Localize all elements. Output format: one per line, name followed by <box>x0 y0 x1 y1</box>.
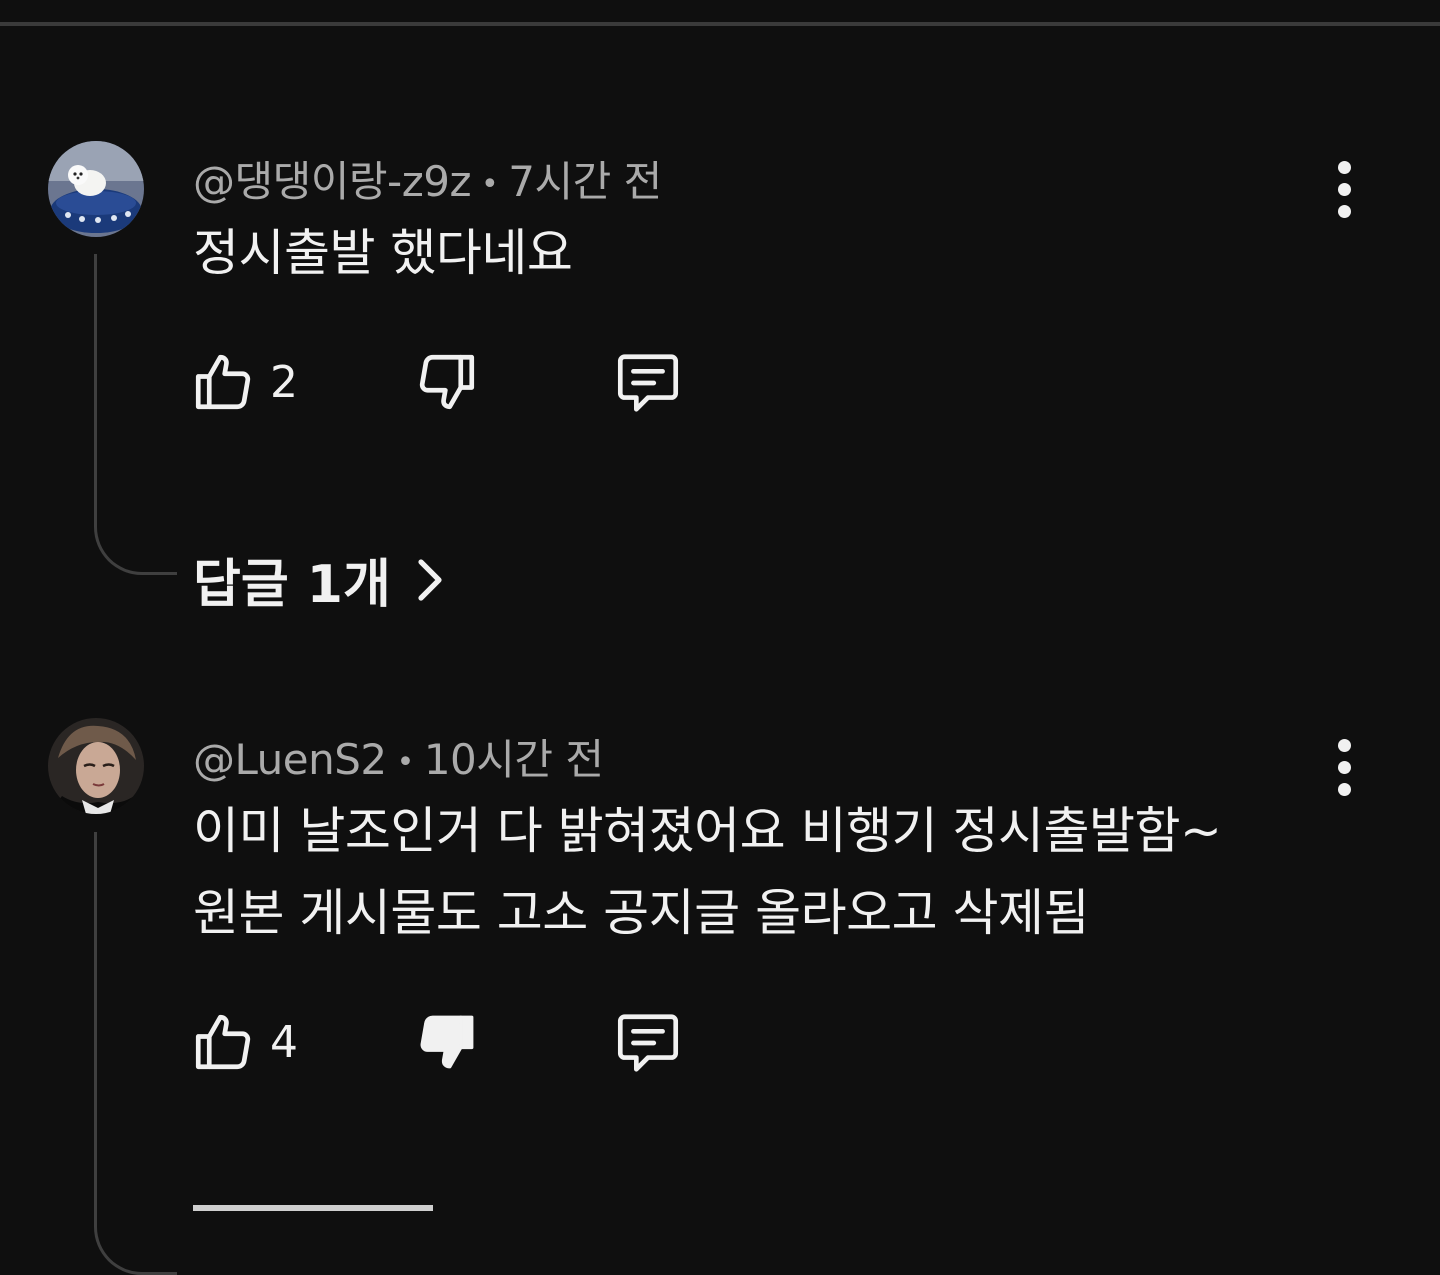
like-count: 2 <box>270 356 298 408</box>
thumbs-down-icon <box>419 354 475 410</box>
author-name[interactable]: @LuenS2 <box>193 735 387 784</box>
separator-dot: • <box>481 167 499 202</box>
comment-text-line: 이미 날조인거 다 밝혀졌어요 비행기 정시출발함~ <box>193 802 1222 860</box>
avatar-dog-image <box>48 141 144 237</box>
thread-line <box>94 832 177 1275</box>
author-name[interactable]: @댕댕이랑-z9z <box>193 157 472 206</box>
dislike-button[interactable] <box>414 348 480 416</box>
comment-meta: @LuenS2 • 10시간 전 <box>193 726 604 787</box>
chevron-right-icon <box>418 558 442 601</box>
thumbs-down-filled-icon <box>420 1015 474 1069</box>
thumbs-up-icon <box>195 354 251 410</box>
comment-icon <box>617 1014 679 1072</box>
thread-line <box>94 254 177 575</box>
comment-meta: @댕댕이랑-z9z • 7시간 전 <box>193 148 662 209</box>
timestamp[interactable]: 10시간 전 <box>424 735 604 784</box>
reply-button[interactable] <box>612 348 684 418</box>
avatar-portrait-image <box>48 718 144 814</box>
comment-text-line: 정시출발 했다네요 <box>193 224 573 282</box>
comment-text: 정시출발 했다네요 <box>193 212 573 294</box>
replies-button-cutoff[interactable] <box>193 1205 453 1215</box>
top-divider <box>0 22 1440 26</box>
like-button[interactable]: 2 <box>190 348 298 416</box>
like-count: 4 <box>270 1016 298 1068</box>
avatar[interactable] <box>48 718 144 814</box>
comment-text-line: 원본 게시물도 고소 공지글 올라오고 삭제됨 <box>193 884 1089 942</box>
reply-button[interactable] <box>612 1008 684 1078</box>
replies-label: 답글 1개 <box>193 555 391 615</box>
view-replies-button[interactable]: 답글 1개 <box>193 542 443 617</box>
avatar[interactable] <box>48 141 144 237</box>
comment-icon <box>617 354 679 412</box>
like-button[interactable]: 4 <box>190 1008 298 1076</box>
timestamp[interactable]: 7시간 전 <box>508 157 662 206</box>
more-vert-icon[interactable] <box>1322 734 1366 800</box>
thumbs-up-icon <box>195 1014 251 1070</box>
dislike-button[interactable] <box>414 1008 480 1076</box>
more-vert-icon[interactable] <box>1322 156 1366 222</box>
comment-text: 이미 날조인거 다 밝혀졌어요 비행기 정시출발함~ 원본 게시물도 고소 공지… <box>193 790 1222 954</box>
separator-dot: • <box>396 745 415 780</box>
